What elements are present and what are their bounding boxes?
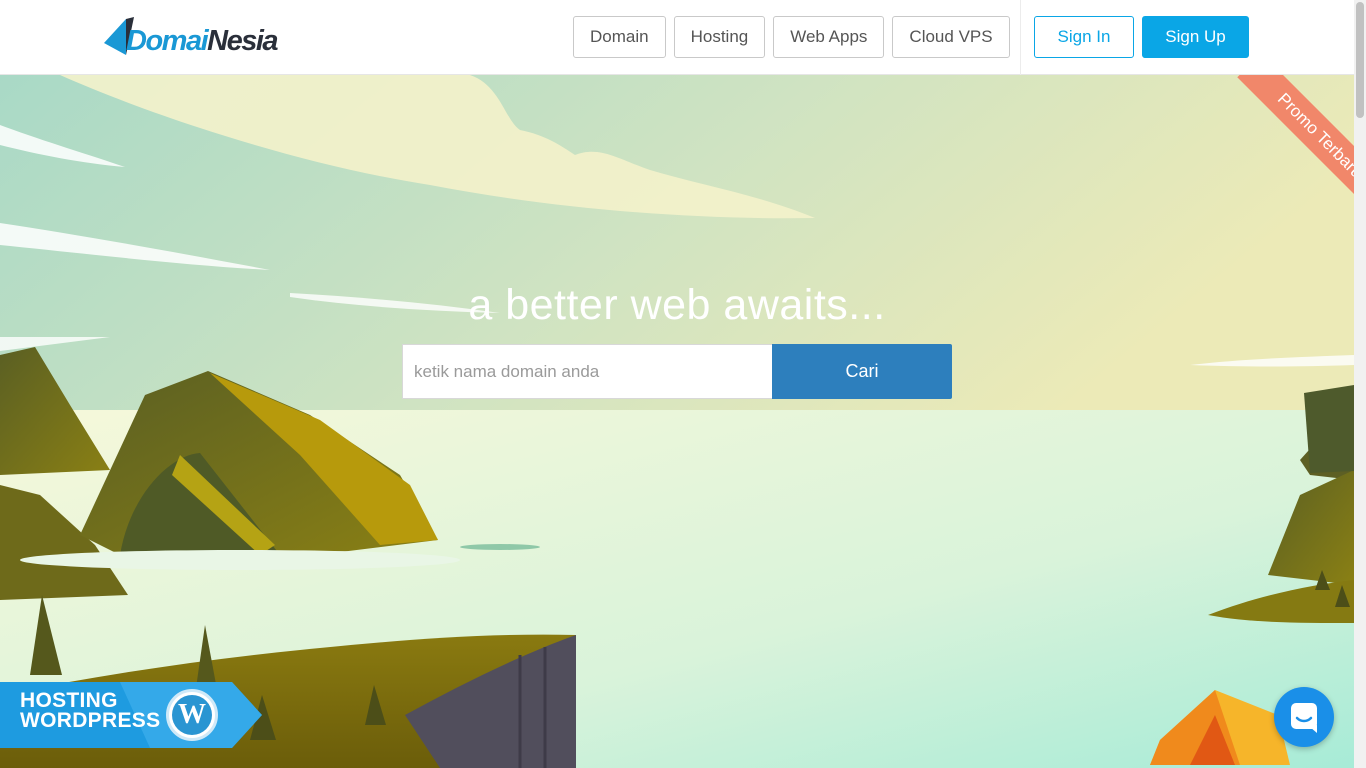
hosting-wordpress-banner[interactable]: HOSTING WORDPRESS W: [0, 682, 262, 748]
wp-banner-text: HOSTING WORDPRESS: [20, 689, 161, 732]
nav-hosting[interactable]: Hosting: [673, 16, 766, 58]
nav-web-apps[interactable]: Web Apps: [773, 16, 885, 58]
wordpress-icon: W: [166, 689, 218, 741]
chat-bubble-icon: [1291, 703, 1317, 733]
live-chat-button[interactable]: [1274, 687, 1334, 747]
promo-ribbon-label: Promo Terbaru: [1237, 75, 1354, 217]
promo-ribbon[interactable]: Promo Terbaru: [1212, 75, 1354, 217]
search-button[interactable]: Cari: [772, 344, 952, 399]
landscape-illustration: [0, 75, 1354, 768]
logo-wordmark: DomaiNesia: [126, 25, 279, 57]
sign-up-button[interactable]: Sign Up: [1142, 16, 1249, 58]
page-scrollbar[interactable]: [1354, 0, 1366, 768]
domain-search-form: Cari: [402, 344, 952, 399]
hero-tagline: a better web awaits...: [468, 281, 886, 329]
scrollbar-thumb[interactable]: [1356, 2, 1364, 118]
sign-in-button[interactable]: Sign In: [1034, 16, 1134, 58]
header-divider: [1020, 0, 1021, 75]
main-nav: Domain Hosting Web Apps Cloud VPS: [573, 16, 1018, 58]
domain-search-input[interactable]: [402, 344, 772, 399]
nav-cloud-vps[interactable]: Cloud VPS: [892, 16, 1010, 58]
hero-section: a better web awaits... Cari Promo Terbar…: [0, 75, 1354, 768]
domainesia-logo[interactable]: DomaiNesia: [104, 17, 279, 59]
site-header: DomaiNesia Domain Hosting Web Apps Cloud…: [0, 0, 1354, 75]
nav-domain[interactable]: Domain: [573, 16, 666, 58]
